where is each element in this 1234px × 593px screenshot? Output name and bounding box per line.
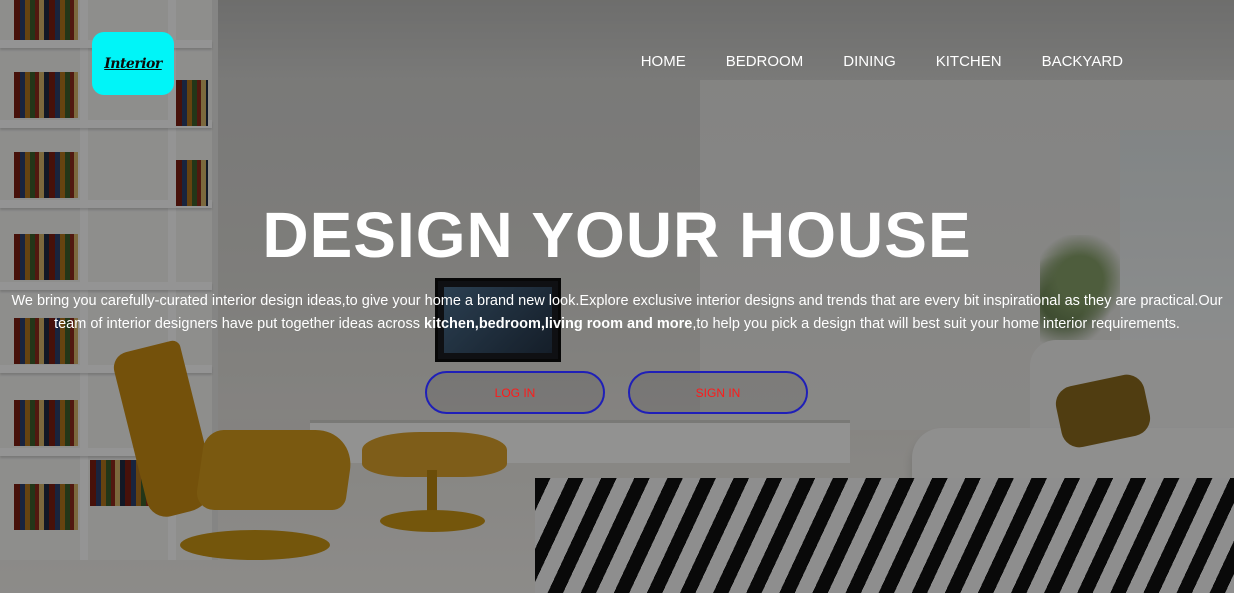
signin-button-label: SIGN IN <box>695 385 741 400</box>
nav-item-home[interactable]: HOME <box>641 53 686 71</box>
login-button-label: LOG IN <box>494 385 536 400</box>
login-button[interactable]: LOG IN <box>425 371 605 414</box>
logo[interactable]: Interior <box>92 32 174 95</box>
intro-text-part2: ,to help you pick a design that will bes… <box>692 316 1180 332</box>
nav-item-kitchen[interactable]: KITCHEN <box>936 53 1002 71</box>
main-nav: HOME BEDROOM DINING KITCHEN BACKYARD <box>641 53 1123 71</box>
intro-text-bold: kitchen,bedroom,living room and more <box>424 316 693 332</box>
nav-item-backyard[interactable]: BACKYARD <box>1042 53 1123 71</box>
signin-button[interactable]: SIGN IN <box>628 371 808 414</box>
nav-item-bedroom[interactable]: BEDROOM <box>726 53 804 71</box>
hero-section: Interior HOME BEDROOM DINING KITCHEN BAC… <box>0 0 1234 593</box>
nav-item-dining[interactable]: DINING <box>843 53 896 71</box>
logo-text: Interior <box>104 55 162 72</box>
page-title: DESIGN YOUR HOUSE <box>262 199 972 271</box>
intro-paragraph: We bring you carefully-curated interior … <box>8 290 1226 336</box>
